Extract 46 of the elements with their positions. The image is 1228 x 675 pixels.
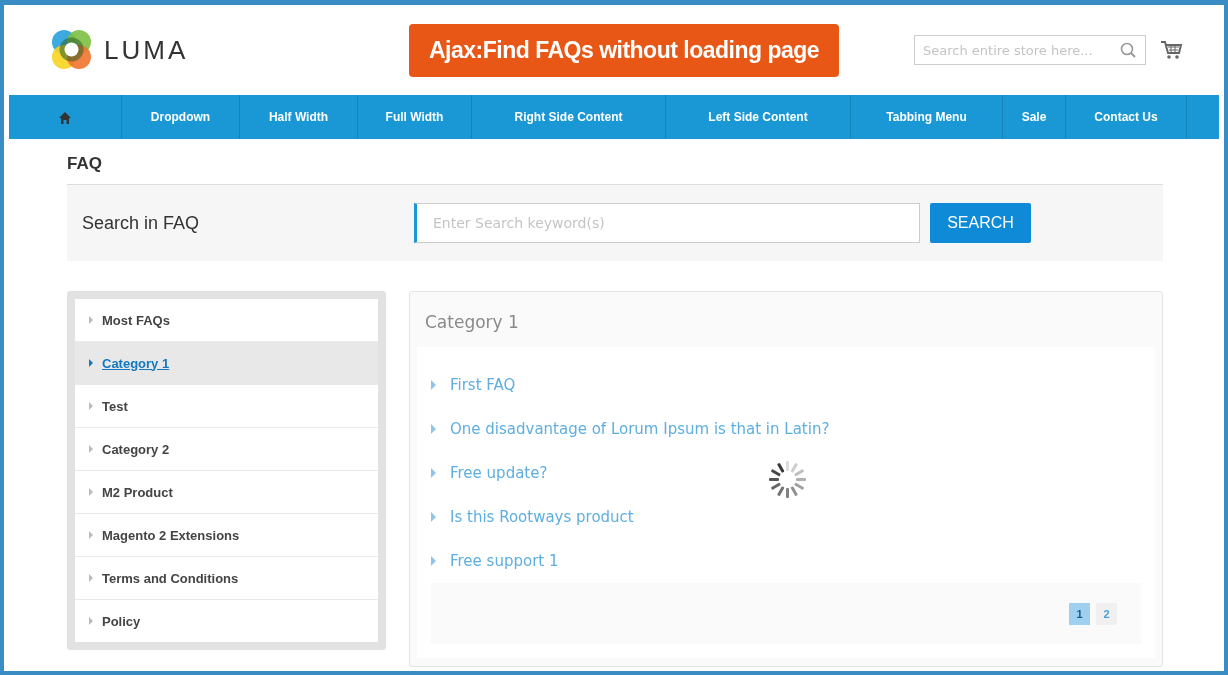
keyword-field[interactable]: Enter Search keyword(s) [414, 203, 920, 243]
caret-icon [89, 359, 93, 367]
nav-link[interactable]: Dropdown [122, 95, 240, 139]
search-label: Search in FAQ [82, 212, 201, 234]
caret-icon [431, 512, 436, 522]
caret-icon [89, 617, 93, 625]
faq-question[interactable]: Free support 1 [431, 539, 1141, 583]
nav-link[interactable]: Sale [1003, 95, 1066, 139]
caret-icon [89, 574, 93, 582]
category-item[interactable]: Magento 2 Extensions [75, 514, 378, 557]
search-icon [1120, 42, 1136, 58]
category-item[interactable]: Category 2 [75, 428, 378, 471]
cart-icon[interactable] [1160, 40, 1183, 60]
faq-question[interactable]: One disadvantage of Lorum Ipsum is that in Latin? [431, 407, 1141, 451]
logo-icon [49, 28, 94, 72]
caret-icon [89, 316, 93, 324]
nav-link[interactable]: Contact Us [1066, 95, 1187, 139]
promo-banner: Ajax:Find FAQs without loading page [409, 23, 840, 77]
category-item[interactable]: Policy [75, 600, 378, 642]
logo-text[interactable]: LUMA [104, 34, 189, 66]
faq-question[interactable]: Free update? [431, 451, 1141, 495]
caret-icon [431, 380, 436, 390]
nav-link[interactable]: Half Width [240, 95, 358, 139]
caret-icon [89, 445, 93, 453]
faq-question[interactable]: First FAQ [431, 363, 1141, 407]
category-item[interactable]: Test [75, 385, 378, 428]
caret-icon [89, 531, 93, 539]
caret-icon [431, 468, 436, 478]
faq-question[interactable]: Is this Rootways product [431, 495, 1141, 539]
page-link[interactable]: 1 [1069, 602, 1090, 625]
nav-link[interactable]: Left Side Content [666, 95, 851, 139]
home-icon [58, 110, 72, 124]
category-item[interactable]: M2 Product [75, 471, 378, 514]
nav-link[interactable]: Full Width [358, 95, 472, 139]
search-button[interactable]: SEARCH [930, 203, 1031, 243]
category-item[interactable]: Category 1 [75, 342, 378, 385]
category-item[interactable]: Terms and Conditions [75, 557, 378, 600]
nav-link[interactable]: Tabbing Menu [851, 95, 1003, 139]
search-field[interactable]: Search entire store here... [914, 35, 1146, 65]
caret-icon [89, 488, 93, 496]
category-title: Category 1 [424, 311, 520, 334]
caret-icon [431, 424, 436, 434]
page-link[interactable]: 2 [1096, 602, 1117, 625]
caret-icon [431, 556, 436, 566]
nav-link[interactable]: Right Side Content [472, 95, 666, 139]
caret-icon [89, 402, 93, 410]
